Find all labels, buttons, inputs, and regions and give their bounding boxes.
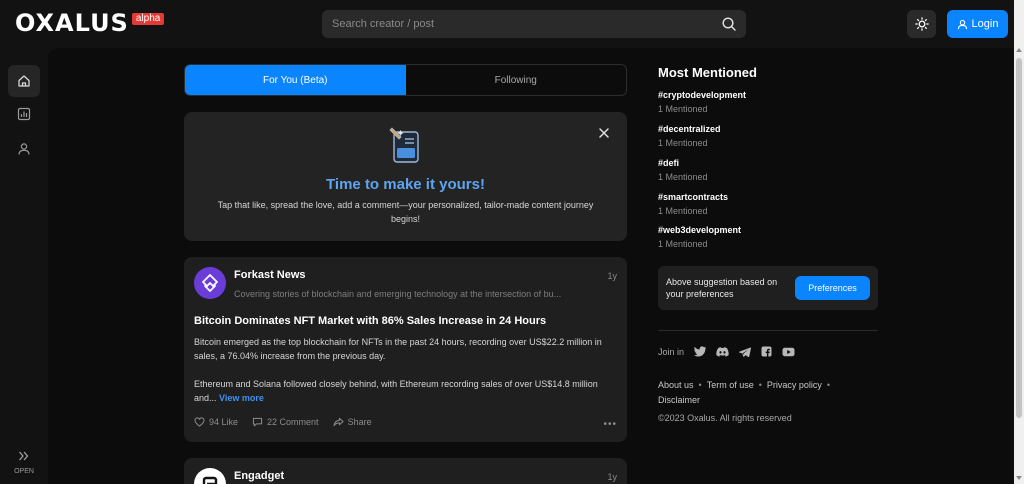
footer-separator: • [826, 380, 831, 390]
facebook-icon[interactable] [761, 346, 772, 357]
sidebar-divider [658, 330, 878, 331]
footer-link-disclaimer[interactable]: Disclaimer [658, 395, 700, 405]
join-in-label: Join in [658, 346, 685, 357]
mention-count: 1 Mentioned [658, 138, 708, 148]
post-actions: 94 Like 22 Comment Share [194, 417, 372, 427]
social-links [694, 346, 795, 357]
post-card[interactable]: Forkast News Covering stories of blockch… [184, 257, 627, 442]
preferences-button[interactable]: Preferences [795, 276, 870, 300]
mention-tag[interactable]: #decentralized [658, 124, 721, 134]
like-button[interactable]: 94 Like [194, 417, 238, 427]
scroll-down-arrow[interactable] [1016, 476, 1022, 480]
post-title[interactable]: Bitcoin Dominates NFT Market with 86% Sa… [194, 315, 614, 327]
comment-icon [252, 417, 263, 427]
telegram-icon[interactable] [739, 346, 752, 357]
footer-separator: • [698, 380, 702, 390]
rail-open-toggle[interactable]: OPEN [8, 448, 40, 475]
double-chevron-right-icon [19, 451, 29, 461]
post-source-name[interactable]: Forkast News [234, 269, 306, 281]
mention-tag[interactable]: #defi [658, 158, 708, 168]
footer-link-terms[interactable]: Term of use [707, 380, 754, 390]
discord-icon[interactable] [716, 346, 729, 357]
home-icon [18, 75, 30, 87]
personalize-promo-card: Time to make it yours! Tap that like, sp… [184, 112, 627, 241]
engadget-logo-icon [202, 476, 218, 484]
comment-count: 22 Comment [267, 417, 319, 427]
mention-item[interactable]: #web3development 1 Mentioned [658, 225, 741, 249]
rail-item-home[interactable] [8, 65, 40, 97]
main-content: For You (Beta) Following Time to make it… [48, 48, 1014, 484]
post-body-paragraph: Ethereum and Solana followed closely beh… [194, 377, 614, 405]
suggestion-text: Above suggestion based on your preferenc… [666, 277, 778, 299]
personalize-feed-icon [389, 127, 419, 163]
rail-open-label: OPEN [14, 468, 34, 475]
theme-toggle-button[interactable] [907, 10, 936, 38]
mention-tag[interactable]: #cryptodevelopment [658, 90, 746, 100]
mention-item[interactable]: #smartcontracts 1 Mentioned [658, 192, 728, 216]
oxalus-logo[interactable]: OXALUS alpha [15, 9, 165, 37]
share-label: Share [347, 417, 372, 427]
page-scrollbar[interactable] [1014, 0, 1024, 484]
left-rail: OPEN [0, 48, 48, 484]
most-mentioned-title: Most Mentioned [658, 65, 757, 80]
post-age: 1y [607, 472, 617, 482]
top-header: OXALUS alpha Login [0, 0, 1014, 48]
avatar[interactable] [194, 468, 226, 484]
close-icon[interactable] [597, 126, 611, 140]
mention-count: 1 Mentioned [658, 172, 708, 182]
share-icon [333, 417, 344, 427]
footer-links: About us • Term of use • Privacy policy • Dis… [658, 378, 873, 408]
sun-icon [914, 17, 929, 31]
rail-item-profile[interactable] [8, 133, 40, 165]
login-button[interactable]: Login [947, 10, 1008, 38]
post-source-description: Covering stories of blockchain and emerg… [234, 289, 562, 299]
mention-item[interactable]: #defi 1 Mentioned [658, 158, 708, 182]
mention-tag[interactable]: #web3development [658, 225, 741, 235]
mention-count: 1 Mentioned [658, 206, 708, 216]
mention-item[interactable]: #cryptodevelopment 1 Mentioned [658, 90, 746, 114]
logo-text: OXALUS [15, 9, 129, 37]
tab-for-you[interactable]: For You (Beta) [185, 65, 406, 95]
feed-tabs: For You (Beta) Following [184, 64, 627, 96]
heart-icon [194, 417, 205, 427]
forkast-logo-icon [202, 274, 218, 292]
user-icon [957, 19, 967, 29]
mention-tag[interactable]: #smartcontracts [658, 192, 728, 202]
promo-text: Tap that like, spread the love, add a co… [217, 200, 594, 224]
twitter-icon[interactable] [694, 346, 707, 357]
mention-count: 1 Mentioned [658, 239, 708, 249]
post-age: 1y [607, 271, 617, 281]
rail-item-stats[interactable] [8, 98, 40, 130]
post-source-name[interactable]: Engadget [234, 470, 284, 482]
avatar[interactable] [194, 267, 226, 299]
search-input[interactable] [322, 10, 746, 38]
footer-separator: • [758, 380, 762, 390]
scrollbar-thumb[interactable] [1016, 58, 1022, 418]
like-count: 94 Like [209, 417, 239, 427]
post-body: Bitcoin emerged as the top blockchain fo… [194, 335, 614, 419]
join-in-row: Join in [658, 346, 795, 357]
comment-button[interactable]: 22 Comment [252, 417, 319, 427]
copyright-text: ©2023 Oxalus. All rights reserved [658, 413, 792, 423]
search-icon[interactable] [721, 16, 737, 32]
post-body-paragraph: Bitcoin emerged as the top blockchain fo… [194, 337, 602, 361]
more-options-icon[interactable]: ••• [603, 419, 617, 430]
alpha-badge: alpha [131, 13, 165, 25]
view-more-link[interactable]: View more [219, 393, 264, 403]
promo-title: Time to make it yours! [326, 176, 485, 193]
chart-icon [17, 107, 31, 121]
login-label: Login [971, 18, 999, 30]
tab-following[interactable]: Following [406, 65, 627, 95]
scroll-up-arrow[interactable] [1016, 48, 1022, 52]
preferences-suggestion-card: Above suggestion based on your preferenc… [658, 266, 878, 310]
mention-item[interactable]: #decentralized 1 Mentioned [658, 124, 721, 148]
youtube-icon[interactable] [782, 347, 795, 357]
footer-link-about[interactable]: About us [658, 380, 694, 390]
user-icon [18, 143, 30, 155]
mention-count: 1 Mentioned [658, 104, 708, 114]
share-button[interactable]: Share [333, 417, 372, 427]
footer-link-privacy[interactable]: Privacy policy [767, 380, 822, 390]
post-card[interactable]: Engadget 1y [184, 458, 627, 484]
